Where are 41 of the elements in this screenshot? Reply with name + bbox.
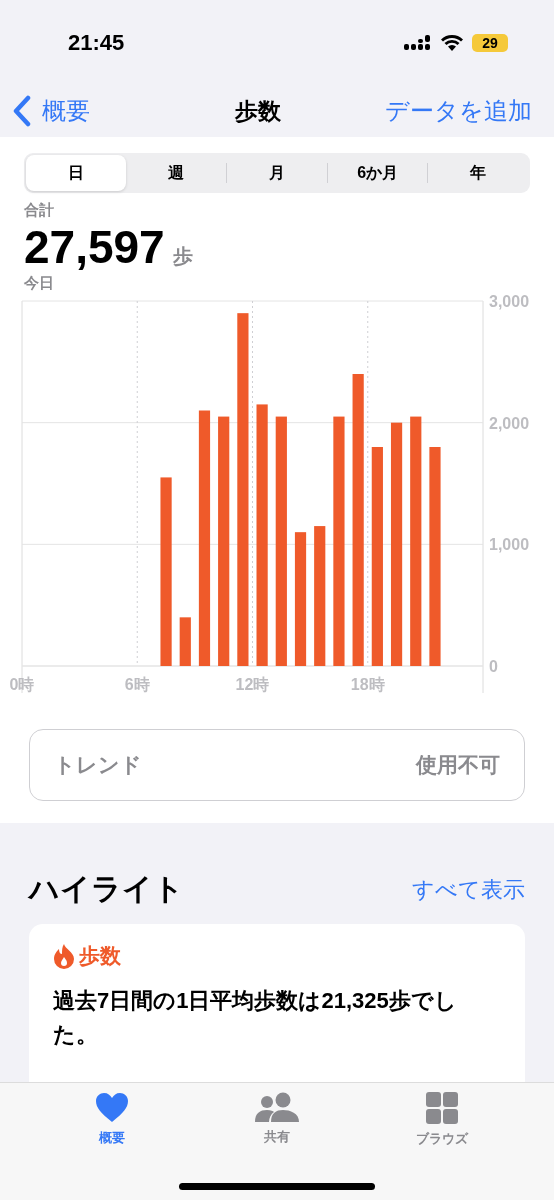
period-segment[interactable]: 6か月 [327, 155, 428, 191]
tab-bar-item[interactable]: 共有 [227, 1091, 327, 1149]
show-all-link[interactable]: すべて表示 [412, 874, 525, 905]
trend-row[interactable]: トレンド 使用不可 [29, 729, 525, 801]
period-segment[interactable]: 日 [26, 155, 126, 191]
axis-label: 0 [489, 658, 498, 675]
bar [179, 617, 191, 666]
people-icon [254, 1092, 300, 1122]
category-label: 歩数 [79, 943, 121, 969]
trend-label: トレンド [54, 752, 142, 778]
page-title: 歩数 [234, 96, 281, 126]
axis-label: 0時 [9, 676, 35, 693]
grid-icon [425, 1092, 458, 1124]
axis-label: 12時 [235, 676, 270, 693]
axis-label: 3,000 [489, 293, 530, 310]
back-link[interactable]: 概要 [12, 95, 90, 127]
chevron-left-icon [12, 95, 32, 127]
highlight-text: 過去7日間の1日平均歩数は21,325歩でした。 [53, 987, 458, 1050]
axis-label: 18時 [350, 676, 385, 693]
battery-level: 29 [472, 33, 508, 52]
heart-icon [95, 1092, 130, 1123]
period-segment[interactable]: 週 [126, 155, 227, 191]
axis-label: 2,000 [489, 414, 530, 432]
period-segment[interactable]: 年 [428, 155, 528, 191]
status-time: 21:45 [68, 29, 125, 56]
signal-icon [404, 34, 432, 51]
trend-value: 使用不可 [416, 752, 500, 778]
period-segment[interactable]: 月 [227, 155, 327, 191]
total-label: 合計 [24, 201, 55, 220]
axis-label: 6時 [124, 676, 150, 693]
period-label: 今日 [24, 274, 55, 293]
unit-label: 歩 [172, 244, 193, 269]
flame-icon [53, 943, 75, 969]
total-value: 27,597 [24, 220, 165, 274]
highlight-card[interactable]: 歩数 過去7日間の1日平均歩数は21,325歩でした。 [29, 924, 525, 1082]
axis-label: 1,000 [489, 536, 530, 554]
tab-bar-item[interactable]: 概要 [62, 1091, 163, 1149]
wifi-icon [440, 34, 464, 51]
add-data-link[interactable]: データを追加 [385, 95, 532, 127]
tab-bar-item[interactable]: ブラウズ [391, 1091, 492, 1149]
section-title: ハイライト [29, 871, 184, 907]
